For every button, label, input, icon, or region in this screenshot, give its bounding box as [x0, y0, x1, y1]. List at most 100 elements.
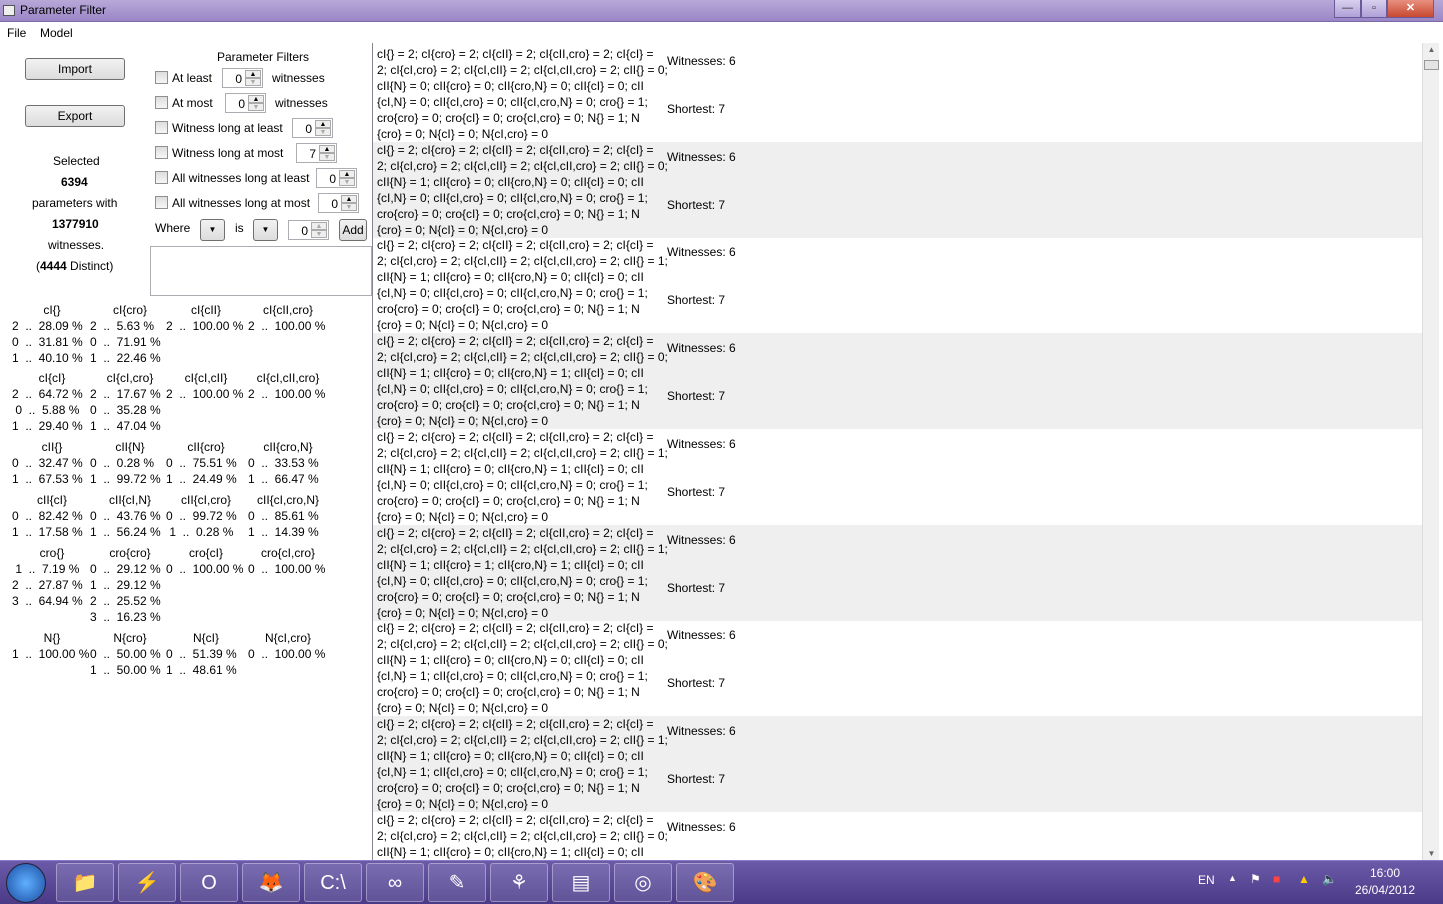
result-row[interactable]: cI{} = 2; cI{cro} = 2; cI{cII} = 2; cI{c… [373, 46, 1422, 142]
export-button[interactable]: Export [25, 105, 125, 127]
stat-header: cII{cro,N} [263, 440, 313, 454]
parameter-line: {cI,N} = 0; cII{cI,cro} = 0; cII{cI,cro,… [377, 477, 648, 492]
filter-checkbox[interactable] [155, 146, 168, 159]
security-icon[interactable]: ■ [1273, 872, 1280, 886]
stat-row: 1 .. 100.00 % [12, 647, 90, 661]
filter-value-stepper[interactable]: 0 ▲ ▼ [292, 118, 333, 138]
taskbar-paint[interactable]: 🎨 [676, 863, 734, 902]
filter-value-stepper[interactable]: 0 ▲ ▼ [225, 93, 266, 113]
result-row[interactable]: cI{} = 2; cI{cro} = 2; cI{cII} = 2; cI{c… [373, 333, 1422, 430]
up-arrow-icon[interactable]: ▲ [339, 170, 355, 178]
filters-title: Parameter Filters [217, 50, 310, 64]
selected-count: 6394 [61, 175, 88, 189]
show-hidden-icons[interactable]: ▲ [1228, 873, 1237, 883]
stat-block: cI{cI} 2 .. 64.72 % 0 .. 5.88 % 1 .. 29.40… [12, 371, 92, 435]
result-row[interactable]: cI{} = 2; cI{cro} = 2; cI{cII} = 2; cI{c… [373, 620, 1422, 716]
up-arrow-icon[interactable]: ▲ [248, 95, 264, 103]
taskbar-window[interactable]: ▤ [552, 863, 610, 902]
filter-checkbox[interactable] [155, 96, 168, 109]
result-row[interactable]: cI{} = 2; cI{cro} = 2; cI{cII} = 2; cI{c… [373, 141, 1422, 238]
up-arrow-icon[interactable]: ▲ [315, 120, 331, 128]
taskbar-notepad[interactable]: ✎ [428, 863, 486, 902]
minimize-button[interactable]: — [1334, 0, 1361, 18]
flag-icon[interactable]: ⚑ [1250, 872, 1261, 886]
where-parameter-dropdown[interactable]: ▼ [200, 219, 225, 241]
down-arrow-icon[interactable]: ▼ [319, 153, 335, 161]
filter-value-stepper[interactable]: 7 ▲ ▼ [296, 143, 337, 163]
stat-header: cI{cI} [38, 371, 66, 385]
up-arrow-icon[interactable]: ▲ [245, 70, 261, 78]
up-arrow-icon[interactable]: ▲ [311, 222, 327, 230]
active-filters-list[interactable] [150, 246, 372, 296]
stat-row: 0 .. 100.00 % [248, 562, 326, 576]
taskbar-firefox[interactable]: 🦊 [242, 863, 300, 902]
taskbar-media[interactable]: ◎ [614, 863, 672, 902]
up-arrow-icon[interactable]: ▲ [319, 145, 335, 153]
taskbar-opera[interactable]: O [180, 863, 238, 902]
language-indicator[interactable]: EN [1198, 873, 1215, 887]
taskbar-terminal[interactable]: C:\ [304, 863, 362, 902]
result-row[interactable]: cI{} = 2; cI{cro} = 2; cI{cII} = 2; cI{c… [373, 237, 1422, 333]
stat-block: cI{cII} 2 .. 100.00 % [166, 303, 246, 335]
clock-date[interactable]: 26/04/2012 [1355, 883, 1415, 897]
app-icon [3, 5, 15, 16]
clock-time[interactable]: 16:00 [1370, 866, 1400, 880]
distinct-count-text: (4444 Distinct) [36, 259, 113, 273]
parameter-results-list[interactable]: cI{} = 2; cI{cro} = 2; cI{cII} = 2; cI{c… [372, 43, 1422, 860]
stat-header: cI{cII,cro} [262, 303, 314, 317]
scroll-thumb[interactable] [1424, 60, 1439, 70]
down-arrow-icon[interactable]: ▼ [339, 178, 355, 186]
taskbar-tool[interactable]: ⚘ [490, 863, 548, 902]
filter-value-stepper[interactable]: 0 ▲ ▼ [316, 168, 357, 188]
taskbar-explorer[interactable]: 📁 [56, 863, 114, 902]
is-value-dropdown[interactable]: ▼ [253, 219, 278, 241]
filter-value-stepper[interactable]: 0 ▲ ▼ [318, 193, 359, 213]
taskbar-infinity[interactable]: ∞ [366, 863, 424, 902]
paint-icon: 🎨 [692, 872, 718, 894]
add-filter-button[interactable]: Add [339, 219, 367, 241]
down-arrow-icon[interactable]: ▼ [245, 78, 261, 86]
import-button[interactable]: Import [25, 58, 125, 80]
filter-checkbox[interactable] [155, 196, 168, 209]
where-value-stepper[interactable]: 0 ▲ ▼ [288, 220, 329, 240]
scroll-down-icon[interactable]: ▼ [1423, 849, 1440, 858]
filter-checkbox[interactable] [155, 71, 168, 84]
menu-model[interactable]: Model [40, 26, 73, 40]
stat-row: 1 .. 40.10 % [12, 351, 83, 365]
network-icon[interactable]: ▲ [1298, 872, 1310, 886]
result-row[interactable]: cI{} = 2; cI{cro} = 2; cI{cII} = 2; cI{c… [373, 524, 1422, 621]
maximize-button[interactable]: ▫ [1361, 0, 1387, 18]
is-label: is [235, 221, 244, 235]
vertical-scrollbar[interactable]: ▲ ▼ [1422, 43, 1439, 860]
menu-file[interactable]: File [7, 26, 26, 40]
volume-icon[interactable]: 🔈 [1322, 872, 1337, 886]
parameter-line: cII{N} = 1; cII{cro} = 0; cII{cro,N} = 0… [377, 748, 644, 763]
stat-block: cI{cro} 2 .. 5.63 % 0 .. 71.91 % 1 .. 22.46… [90, 303, 170, 367]
tool-icon: ⚘ [510, 872, 528, 894]
parameter-line: {cI,N} = 0; cII{cI,cro} = 0; cII{cI,cro,… [377, 286, 648, 301]
up-arrow-icon[interactable]: ▲ [341, 195, 357, 203]
infinity-icon: ∞ [387, 872, 403, 894]
scroll-up-icon[interactable]: ▲ [1423, 45, 1440, 54]
filter-value-stepper[interactable]: 0 ▲ ▼ [222, 68, 263, 88]
close-button[interactable]: ✕ [1387, 0, 1434, 18]
taskbar-sketch[interactable]: ⚡ [118, 863, 176, 902]
filter-checkbox[interactable] [155, 121, 168, 134]
distinct-count: 4444 [40, 259, 67, 273]
filter-checkbox[interactable] [155, 171, 168, 184]
stat-header: N{cro} [113, 631, 147, 645]
parameter-line: {cI,N} = 0; cII{cI,cro} = 0; cII{cI,cro,… [377, 190, 648, 205]
stat-row: 3 .. 64.94 % [12, 594, 83, 608]
result-row[interactable]: cI{} = 2; cI{cro} = 2; cI{cII} = 2; cI{c… [373, 715, 1422, 812]
down-arrow-icon[interactable]: ▼ [248, 103, 264, 111]
where-label: Where [155, 221, 191, 235]
result-row[interactable]: cI{} = 2; cI{cro} = 2; cI{cII} = 2; cI{c… [373, 429, 1422, 525]
parameter-line: cI{} = 2; cI{cro} = 2; cI{cII} = 2; cI{c… [377, 334, 654, 349]
down-arrow-icon[interactable]: ▼ [341, 203, 357, 211]
down-arrow-icon[interactable]: ▼ [311, 230, 327, 238]
result-row[interactable]: cI{} = 2; cI{cro} = 2; cI{cII} = 2; cI{c… [373, 812, 1422, 860]
parameter-line: cI{} = 2; cI{cro} = 2; cI{cII} = 2; cI{c… [377, 621, 654, 636]
down-arrow-icon[interactable]: ▼ [315, 128, 331, 136]
witness-count: Witnesses: 6 [667, 54, 736, 68]
start-button[interactable] [6, 863, 46, 903]
